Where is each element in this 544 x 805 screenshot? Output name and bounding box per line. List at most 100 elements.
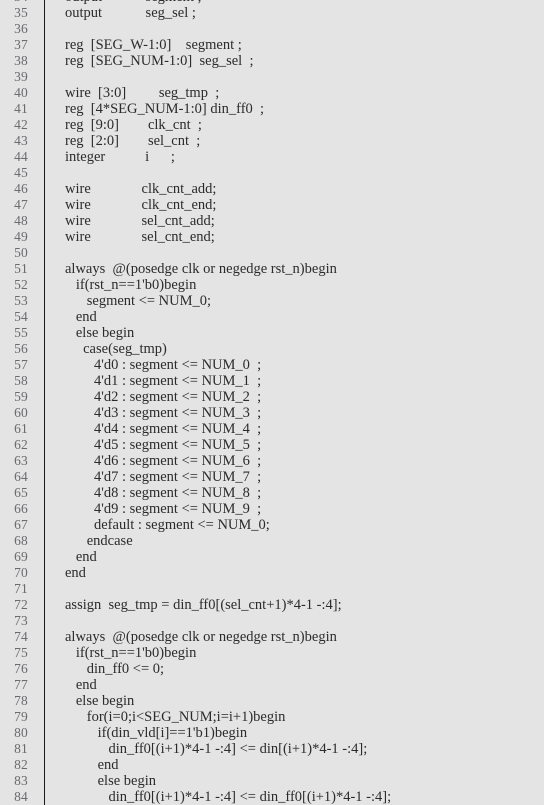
code-line-text[interactable]: din_ff0 <= 0;: [65, 661, 164, 677]
code-line-text[interactable]: 4'd1 : segment <= NUM_1 ;: [65, 373, 261, 389]
code-line-text[interactable]: wire sel_cnt_end;: [65, 229, 215, 245]
code-line[interactable]: 65 4'd8 : segment <= NUM_8 ;: [0, 485, 544, 501]
code-line-text[interactable]: for(i=0;i<SEG_NUM;i=i+1)begin: [65, 709, 286, 725]
code-line[interactable]: 80 if(din_vld[i]==1'b1)begin: [0, 725, 544, 741]
code-line[interactable]: 78 else begin: [0, 693, 544, 709]
code-line[interactable]: 71: [0, 581, 544, 597]
code-line[interactable]: 79 for(i=0;i<SEG_NUM;i=i+1)begin: [0, 709, 544, 725]
code-line-text[interactable]: 4'd2 : segment <= NUM_2 ;: [65, 389, 261, 405]
code-line[interactable]: 49 wire sel_cnt_end;: [0, 229, 544, 245]
code-line[interactable]: 41 reg [4*SEG_NUM-1:0] din_ff0 ;: [0, 101, 544, 117]
code-line[interactable]: 43 reg [2:0] sel_cnt ;: [0, 133, 544, 149]
code-line-text[interactable]: 4'd9 : segment <= NUM_9 ;: [65, 501, 261, 517]
code-line-text[interactable]: output seg_sel ;: [65, 5, 196, 21]
code-line[interactable]: 82 end: [0, 757, 544, 773]
code-line-text[interactable]: wire [3:0] seg_tmp ;: [65, 85, 219, 101]
code-line-text[interactable]: end: [65, 309, 97, 325]
code-line[interactable]: 70 end: [0, 565, 544, 581]
code-line[interactable]: 84 din_ff0[(i+1)*4-1 -:4] <= din_ff0[(i+…: [0, 789, 544, 805]
code-line-text[interactable]: if(din_vld[i]==1'b1)begin: [65, 725, 247, 741]
code-line[interactable]: 42 reg [9:0] clk_cnt ;: [0, 117, 544, 133]
code-line-text[interactable]: else begin: [65, 693, 134, 709]
code-line[interactable]: 81 din_ff0[(i+1)*4-1 -:4] <= din[(i+1)*4…: [0, 741, 544, 757]
code-line-text[interactable]: reg [4*SEG_NUM-1:0] din_ff0 ;: [65, 101, 264, 117]
code-line[interactable]: 39: [0, 69, 544, 85]
code-line-text[interactable]: 4'd5 : segment <= NUM_5 ;: [65, 437, 261, 453]
code-line[interactable]: 75 if(rst_n==1'b0)begin: [0, 645, 544, 661]
code-line[interactable]: 51 always @(posedge clk or negedge rst_n)…: [0, 261, 544, 277]
code-line-text[interactable]: 4'd0 : segment <= NUM_0 ;: [65, 357, 261, 373]
code-line[interactable]: 56 case(seg_tmp): [0, 341, 544, 357]
code-line-text[interactable]: else begin: [65, 325, 134, 341]
code-line[interactable]: 57 4'd0 : segment <= NUM_0 ;: [0, 357, 544, 373]
code-line-text[interactable]: end: [65, 677, 97, 693]
line-number: 38: [14, 53, 28, 68]
code-line-text[interactable]: reg [9:0] clk_cnt ;: [65, 117, 202, 133]
code-line-text[interactable]: 4'd7 : segment <= NUM_7 ;: [65, 469, 261, 485]
code-line-text[interactable]: end: [65, 757, 119, 773]
code-line[interactable]: 59 4'd2 : segment <= NUM_2 ;: [0, 389, 544, 405]
code-line-text[interactable]: if(rst_n==1'b0)begin: [65, 277, 196, 293]
code-line[interactable]: 72 assign seg_tmp = din_ff0[(sel_cnt+1)*4…: [0, 597, 544, 613]
code-line[interactable]: 74 always @(posedge clk or negedge rst_n)…: [0, 629, 544, 645]
code-line[interactable]: 53 segment <= NUM_0;: [0, 293, 544, 309]
code-line[interactable]: 60 4'd3 : segment <= NUM_3 ;: [0, 405, 544, 421]
code-line-text[interactable]: endcase: [65, 533, 133, 549]
code-line[interactable]: 52 if(rst_n==1'b0)begin: [0, 277, 544, 293]
code-line[interactable]: 50: [0, 245, 544, 261]
code-line-text[interactable]: reg [2:0] sel_cnt ;: [65, 133, 200, 149]
code-line-text[interactable]: reg [SEG_NUM-1:0] seg_sel ;: [65, 53, 253, 69]
code-line-text[interactable]: end: [65, 549, 97, 565]
code-line[interactable]: 37 reg [SEG_W-1:0] segment ;: [0, 37, 544, 53]
code-line-text[interactable]: else begin: [65, 773, 156, 789]
code-line[interactable]: 61 4'd4 : segment <= NUM_4 ;: [0, 421, 544, 437]
code-line[interactable]: 35 output seg_sel ;: [0, 5, 544, 21]
code-line[interactable]: 66 4'd9 : segment <= NUM_9 ;: [0, 501, 544, 517]
code-line-text[interactable]: 4'd3 : segment <= NUM_3 ;: [65, 405, 261, 421]
code-line-text[interactable]: segment <= NUM_0;: [65, 293, 211, 309]
code-line[interactable]: 44 integer i ;: [0, 149, 544, 165]
code-line-text[interactable]: reg [SEG_W-1:0] segment ;: [65, 37, 242, 53]
code-line-text[interactable]: default : segment <= NUM_0;: [65, 517, 270, 533]
code-line-text[interactable]: if(rst_n==1'b0)begin: [65, 645, 196, 661]
code-line[interactable]: 64 4'd7 : segment <= NUM_7 ;: [0, 469, 544, 485]
code-line[interactable]: 67 default : segment <= NUM_0;: [0, 517, 544, 533]
code-line-text[interactable]: wire sel_cnt_add;: [65, 213, 215, 229]
code-line-text[interactable]: end: [65, 565, 86, 581]
code-line-text[interactable]: 4'd6 : segment <= NUM_6 ;: [65, 453, 261, 469]
line-number: 72: [14, 597, 28, 612]
code-line[interactable]: 47 wire clk_cnt_end;: [0, 197, 544, 213]
code-line[interactable]: 36: [0, 21, 544, 37]
code-line-text[interactable]: wire clk_cnt_end;: [65, 197, 216, 213]
code-line[interactable]: 68 endcase: [0, 533, 544, 549]
code-line-text[interactable]: 4'd4 : segment <= NUM_4 ;: [65, 421, 261, 437]
code-line-text[interactable]: 4'd8 : segment <= NUM_8 ;: [65, 485, 261, 501]
code-line[interactable]: 76 din_ff0 <= 0;: [0, 661, 544, 677]
code-line[interactable]: 73: [0, 613, 544, 629]
code-line-text[interactable]: assign seg_tmp = din_ff0[(sel_cnt+1)*4-1…: [65, 597, 342, 613]
line-number: 74: [14, 629, 28, 644]
code-line-text[interactable]: always @(posedge clk or negedge rst_n)be…: [65, 629, 337, 645]
code-editor[interactable]: 34output segment ;35output seg_sel ;3637…: [0, 0, 544, 805]
code-line-text[interactable]: wire clk_cnt_add;: [65, 181, 216, 197]
code-line-text[interactable]: din_ff0[(i+1)*4-1 -:4] <= din[(i+1)*4-1 …: [65, 741, 368, 757]
code-line[interactable]: 62 4'd5 : segment <= NUM_5 ;: [0, 437, 544, 453]
code-line-text[interactable]: case(seg_tmp): [65, 341, 167, 357]
code-line[interactable]: 69 end: [0, 549, 544, 565]
code-line-text[interactable]: always @(posedge clk or negedge rst_n)be…: [65, 261, 337, 277]
code-line[interactable]: 54 end: [0, 309, 544, 325]
code-line[interactable]: 58 4'd1 : segment <= NUM_1 ;: [0, 373, 544, 389]
code-line[interactable]: 48 wire sel_cnt_add;: [0, 213, 544, 229]
code-line[interactable]: 40 wire [3:0] seg_tmp ;: [0, 85, 544, 101]
code-line[interactable]: 77 end: [0, 677, 544, 693]
code-line-text[interactable]: din_ff0[(i+1)*4-1 -:4] <= din_ff0[(i+1)*…: [65, 789, 392, 805]
code-line[interactable]: 38 reg [SEG_NUM-1:0] seg_sel ;: [0, 53, 544, 69]
code-scroll-content: 34output segment ;35output seg_sel ;3637…: [0, 0, 544, 805]
code-line[interactable]: 83 else begin: [0, 773, 544, 789]
line-number: 63: [14, 453, 28, 468]
code-line[interactable]: 63 4'd6 : segment <= NUM_6 ;: [0, 453, 544, 469]
code-line[interactable]: 46 wire clk_cnt_add;: [0, 181, 544, 197]
code-line-text[interactable]: integer i ;: [65, 149, 175, 165]
code-line[interactable]: 55 else begin: [0, 325, 544, 341]
code-line[interactable]: 45: [0, 165, 544, 181]
